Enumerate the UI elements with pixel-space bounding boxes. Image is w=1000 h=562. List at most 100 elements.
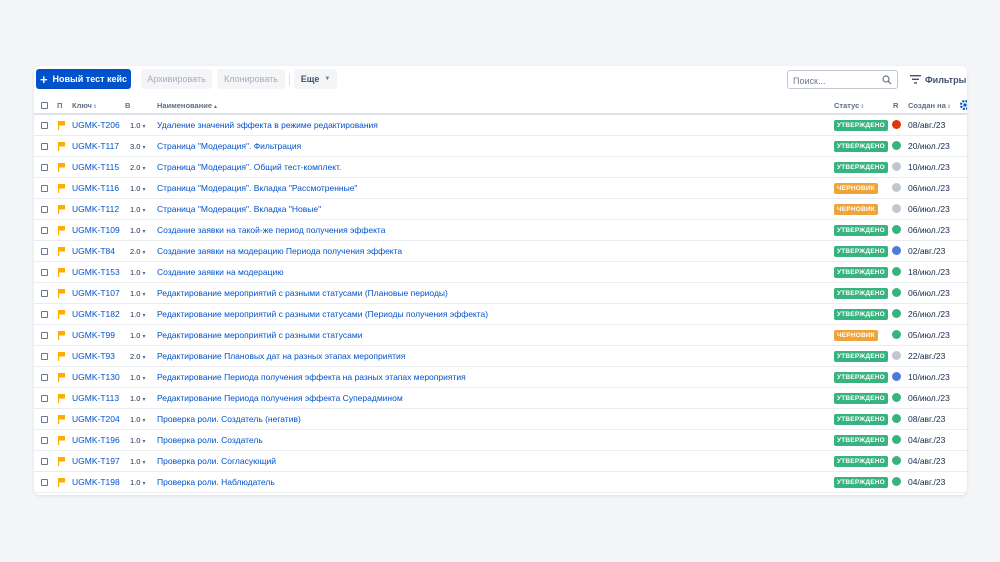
version-dropdown[interactable]: 1.0 ▾ — [130, 478, 145, 487]
row-checkbox[interactable] — [41, 164, 48, 171]
test-case-name[interactable]: Редактирование Плановых дат на разных эт… — [157, 351, 405, 361]
table-row[interactable]: UGMK-T107 1.0 ▾ Редактирование мероприятий … — [34, 283, 967, 304]
test-case-key[interactable]: UGMK-T116 — [72, 183, 119, 193]
version-dropdown[interactable]: 1.0 ▾ — [130, 184, 145, 193]
row-checkbox[interactable] — [41, 479, 48, 486]
test-case-name[interactable]: Проверка роли. Создатель (негатив) — [157, 414, 301, 424]
column-result[interactable]: R — [893, 101, 898, 110]
table-row[interactable]: UGMK-T197 1.0 ▾ Проверка роли. Согласующий У… — [34, 451, 967, 472]
test-case-key[interactable]: UGMK-T93 — [72, 351, 115, 361]
test-case-key[interactable]: UGMK-T197 — [72, 456, 120, 466]
row-checkbox[interactable] — [41, 227, 48, 234]
version-dropdown[interactable]: 1.0 ▾ — [130, 310, 145, 319]
test-case-name[interactable]: Проверка роли. Наблюдатель — [157, 477, 275, 487]
row-checkbox[interactable] — [41, 437, 48, 444]
row-checkbox[interactable] — [41, 332, 48, 339]
row-checkbox[interactable] — [41, 206, 48, 213]
version-dropdown[interactable]: 1.0 ▾ — [130, 121, 145, 130]
row-checkbox[interactable] — [41, 185, 48, 192]
test-case-name[interactable]: Создание заявки на модерацию — [157, 267, 284, 277]
table-row[interactable]: UGMK-T115 2.0 ▾ Страница "Модерация". Общий… — [34, 157, 967, 178]
table-row[interactable]: UGMK-T204 1.0 ▾ Проверка роли. Создатель (н… — [34, 409, 967, 430]
row-checkbox[interactable] — [41, 122, 48, 129]
more-dropdown[interactable]: Еще ▼ — [294, 69, 337, 89]
row-checkbox[interactable] — [41, 290, 48, 297]
new-test-case-button[interactable]: + Новый тест кейс — [36, 69, 131, 89]
row-checkbox[interactable] — [41, 248, 48, 255]
test-case-name[interactable]: Редактирование мероприятий с разными ста… — [157, 330, 363, 340]
row-checkbox[interactable] — [41, 374, 48, 381]
test-case-name[interactable]: Проверка роли. Согласующий — [157, 456, 276, 466]
row-checkbox[interactable] — [41, 395, 48, 402]
table-row[interactable]: UGMK-T99 1.0 ▾ Редактирование мероприятий с… — [34, 325, 967, 346]
test-case-name[interactable]: Удаление значений эффекта в режиме редак… — [157, 120, 378, 130]
test-case-name[interactable]: Страница "Модерация". Общий тест-комплек… — [157, 162, 341, 172]
test-case-key[interactable]: UGMK-T206 — [72, 120, 120, 130]
test-case-key[interactable]: UGMK-T182 — [72, 309, 120, 319]
version-dropdown[interactable]: 1.0 ▾ — [130, 226, 145, 235]
table-row[interactable]: UGMK-T153 1.0 ▾ Создание заявки на модераци… — [34, 262, 967, 283]
test-case-key[interactable]: UGMK-T204 — [72, 414, 120, 424]
table-row[interactable]: UGMK-T112 1.0 ▾ Страница "Модерация". Вклад… — [34, 199, 967, 220]
table-row[interactable]: UGMK-T109 1.0 ▾ Создание заявки на такой-же… — [34, 220, 967, 241]
test-case-key[interactable]: UGMK-T196 — [72, 435, 120, 445]
table-row[interactable]: UGMK-T113 1.0 ▾ Редактирование Периода полу… — [34, 388, 967, 409]
test-case-key[interactable]: UGMK-T112 — [72, 204, 119, 214]
test-case-key[interactable]: UGMK-T99 — [72, 330, 115, 340]
version-dropdown[interactable]: 1.0 ▾ — [130, 289, 145, 298]
test-case-key[interactable]: UGMK-T130 — [72, 372, 120, 382]
test-case-name[interactable]: Проверка роли. Создатель — [157, 435, 263, 445]
column-created[interactable]: Создан на⇕ — [908, 101, 951, 110]
version-dropdown[interactable]: 1.0 ▾ — [130, 415, 145, 424]
test-case-key[interactable]: UGMK-T84 — [72, 246, 115, 256]
filters-button[interactable]: Фильтры — [906, 70, 967, 89]
row-checkbox[interactable] — [41, 458, 48, 465]
table-row[interactable]: UGMK-T182 1.0 ▾ Редактирование мероприятий … — [34, 304, 967, 325]
archive-button[interactable]: Архивировать — [141, 69, 212, 89]
column-key[interactable]: Ключ⇕ — [72, 101, 97, 110]
row-checkbox[interactable] — [41, 416, 48, 423]
test-case-name[interactable]: Редактирование Периода получения эффекта… — [157, 393, 403, 403]
version-dropdown[interactable]: 1.0 ▾ — [130, 457, 145, 466]
version-dropdown[interactable]: 1.0 ▾ — [130, 205, 145, 214]
table-row[interactable]: UGMK-T93 2.0 ▾ Редактирование Плановых дат … — [34, 346, 967, 367]
test-case-name[interactable]: Страница "Модерация". Вкладка "Новые" — [157, 204, 321, 214]
version-dropdown[interactable]: 1.0 ▾ — [130, 394, 145, 403]
column-status[interactable]: Статус⇕ — [834, 101, 864, 110]
version-dropdown[interactable]: 1.0 ▾ — [130, 373, 145, 382]
column-name[interactable]: Наименование▲ — [157, 101, 218, 110]
test-case-key[interactable]: UGMK-T115 — [72, 162, 119, 172]
search-input[interactable] — [788, 72, 878, 90]
version-dropdown[interactable]: 1.0 ▾ — [130, 268, 145, 277]
test-case-name[interactable]: Редактирование мероприятий с разными ста… — [157, 309, 488, 319]
version-dropdown[interactable]: 2.0 ▾ — [130, 163, 145, 172]
test-case-name[interactable]: Редактирование мероприятий с разными ста… — [157, 288, 448, 298]
table-row[interactable]: UGMK-T198 1.0 ▾ Проверка роли. Наблюдатель У… — [34, 472, 967, 493]
version-dropdown[interactable]: 2.0 ▾ — [130, 247, 145, 256]
version-dropdown[interactable]: 2.0 ▾ — [130, 352, 145, 361]
version-dropdown[interactable]: 3.0 ▾ — [130, 142, 145, 151]
test-case-name[interactable]: Страница "Модерация". Фильтрация — [157, 141, 301, 151]
table-row[interactable]: UGMK-T206 1.0 ▾ Удаление значений эффекта в… — [34, 115, 967, 136]
version-dropdown[interactable]: 1.0 ▾ — [130, 436, 145, 445]
table-row[interactable]: UGMK-T116 1.0 ▾ Страница "Модерация". Вклад… — [34, 178, 967, 199]
version-dropdown[interactable]: 1.0 ▾ — [130, 331, 145, 340]
column-priority[interactable]: П — [57, 101, 62, 110]
gear-icon[interactable] — [959, 99, 967, 111]
test-case-key[interactable]: UGMK-T153 — [72, 267, 120, 277]
test-case-key[interactable]: UGMK-T117 — [72, 141, 119, 151]
test-case-name[interactable]: Создание заявки на такой-же период получ… — [157, 225, 385, 235]
row-checkbox[interactable] — [41, 353, 48, 360]
table-row[interactable]: UGMK-T117 3.0 ▾ Страница "Модерация". Фильт… — [34, 136, 967, 157]
search-icon[interactable] — [882, 75, 892, 85]
test-case-key[interactable]: UGMK-T113 — [72, 393, 119, 403]
clone-button[interactable]: Клонировать — [217, 69, 285, 89]
column-version[interactable]: В — [125, 101, 130, 110]
test-case-key[interactable]: UGMK-T107 — [72, 288, 120, 298]
row-checkbox[interactable] — [41, 143, 48, 150]
row-checkbox[interactable] — [41, 311, 48, 318]
test-case-key[interactable]: UGMK-T109 — [72, 225, 120, 235]
row-checkbox[interactable] — [41, 269, 48, 276]
table-row[interactable]: UGMK-T84 2.0 ▾ Создание заявки на модерацию… — [34, 241, 967, 262]
test-case-name[interactable]: Страница "Модерация". Вкладка "Рассмотре… — [157, 183, 357, 193]
